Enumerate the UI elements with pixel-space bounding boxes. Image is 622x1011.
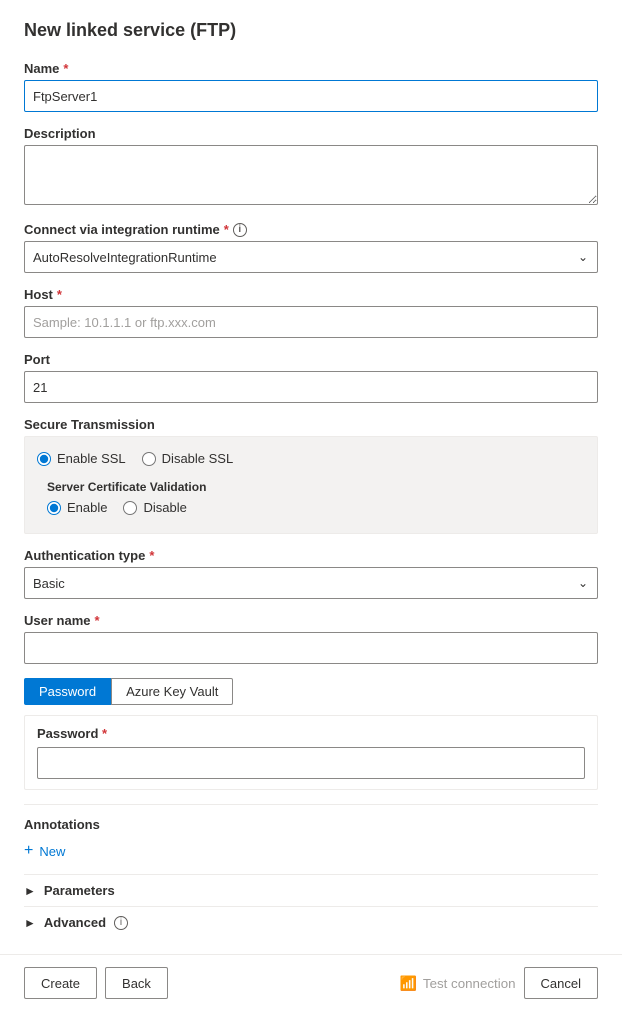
- username-label: User name *: [24, 613, 598, 628]
- cert-enable-radio[interactable]: [47, 501, 61, 515]
- advanced-info-icon[interactable]: i: [114, 916, 128, 930]
- parameters-label: Parameters: [44, 883, 115, 898]
- tab-password-btn[interactable]: Password: [24, 678, 111, 705]
- test-connection-icon: 📶: [399, 975, 416, 992]
- cert-validation-box: Server Certificate Validation Enable Dis…: [37, 472, 585, 523]
- name-input[interactable]: [24, 80, 598, 112]
- cert-enable-label[interactable]: Enable: [47, 500, 107, 515]
- integration-runtime-select[interactable]: AutoResolveIntegrationRuntime: [24, 241, 598, 273]
- username-required: *: [94, 613, 99, 628]
- annotations-label: Annotations: [24, 817, 598, 832]
- back-button[interactable]: Back: [105, 967, 168, 999]
- port-field-group: Port: [24, 352, 598, 403]
- password-input[interactable]: [37, 747, 585, 779]
- name-label: Name *: [24, 61, 598, 76]
- host-required: *: [57, 287, 62, 302]
- cert-radio-group: Enable Disable: [47, 500, 575, 515]
- host-label: Host *: [24, 287, 598, 302]
- cert-disable-radio[interactable]: [123, 501, 137, 515]
- advanced-row[interactable]: ► Advanced i: [24, 906, 598, 938]
- test-connection-button[interactable]: 📶 Test connection: [399, 975, 515, 992]
- name-field-group: Name *: [24, 61, 598, 112]
- new-annotation-btn[interactable]: + New: [24, 838, 65, 864]
- enable-ssl-label[interactable]: Enable SSL: [37, 451, 126, 466]
- create-button[interactable]: Create: [24, 967, 97, 999]
- advanced-chevron-icon: ►: [24, 916, 36, 930]
- ssl-radio-group: Enable SSL Disable SSL: [37, 451, 585, 466]
- disable-ssl-label[interactable]: Disable SSL: [142, 451, 234, 466]
- auth-type-select[interactable]: Basic: [24, 567, 598, 599]
- cert-validation-label: Server Certificate Validation: [47, 480, 575, 494]
- password-tab-group: Password Azure Key Vault: [24, 678, 598, 705]
- password-tab-section: Password Azure Key Vault Password *: [24, 678, 598, 790]
- auth-type-label: Authentication type *: [24, 548, 598, 563]
- plus-icon: +: [24, 842, 33, 860]
- name-required: *: [63, 61, 68, 76]
- panel: New linked service (FTP) Name * Descript…: [0, 0, 622, 954]
- disable-ssl-radio[interactable]: [142, 452, 156, 466]
- secure-transmission-field-group: Secure Transmission Enable SSL Disable S…: [24, 417, 598, 534]
- ir-required: *: [224, 222, 229, 237]
- password-label: Password *: [37, 726, 585, 741]
- description-label: Description: [24, 126, 598, 141]
- parameters-chevron-icon: ►: [24, 884, 36, 898]
- cancel-button[interactable]: Cancel: [524, 967, 598, 999]
- secure-transmission-label: Secure Transmission: [24, 417, 598, 432]
- integration-runtime-field-group: Connect via integration runtime * i Auto…: [24, 222, 598, 273]
- port-label: Port: [24, 352, 598, 367]
- auth-required: *: [149, 548, 154, 563]
- username-field-group: User name *: [24, 613, 598, 664]
- integration-runtime-wrapper: AutoResolveIntegrationRuntime ⌄: [24, 241, 598, 273]
- username-input[interactable]: [24, 632, 598, 664]
- enable-ssl-radio[interactable]: [37, 452, 51, 466]
- panel-title: New linked service (FTP): [24, 20, 598, 41]
- password-required: *: [102, 726, 107, 741]
- parameters-row[interactable]: ► Parameters: [24, 874, 598, 906]
- secure-transmission-box: Enable SSL Disable SSL Server Certificat…: [24, 436, 598, 534]
- integration-runtime-label: Connect via integration runtime * i: [24, 222, 598, 237]
- password-section: Password *: [24, 715, 598, 790]
- annotations-divider: [24, 804, 598, 805]
- tab-akv-btn[interactable]: Azure Key Vault: [111, 678, 233, 705]
- auth-type-wrapper: Basic ⌄: [24, 567, 598, 599]
- host-field-group: Host *: [24, 287, 598, 338]
- cert-disable-label[interactable]: Disable: [123, 500, 186, 515]
- host-input[interactable]: [24, 306, 598, 338]
- ir-info-icon[interactable]: i: [233, 223, 247, 237]
- advanced-label: Advanced: [44, 915, 106, 930]
- description-input[interactable]: [24, 145, 598, 205]
- description-field-group: Description: [24, 126, 598, 208]
- port-input[interactable]: [24, 371, 598, 403]
- annotations-section: Annotations + New: [24, 804, 598, 864]
- auth-type-field-group: Authentication type * Basic ⌄: [24, 548, 598, 599]
- footer: Create Back 📶 Test connection Cancel: [0, 954, 622, 1011]
